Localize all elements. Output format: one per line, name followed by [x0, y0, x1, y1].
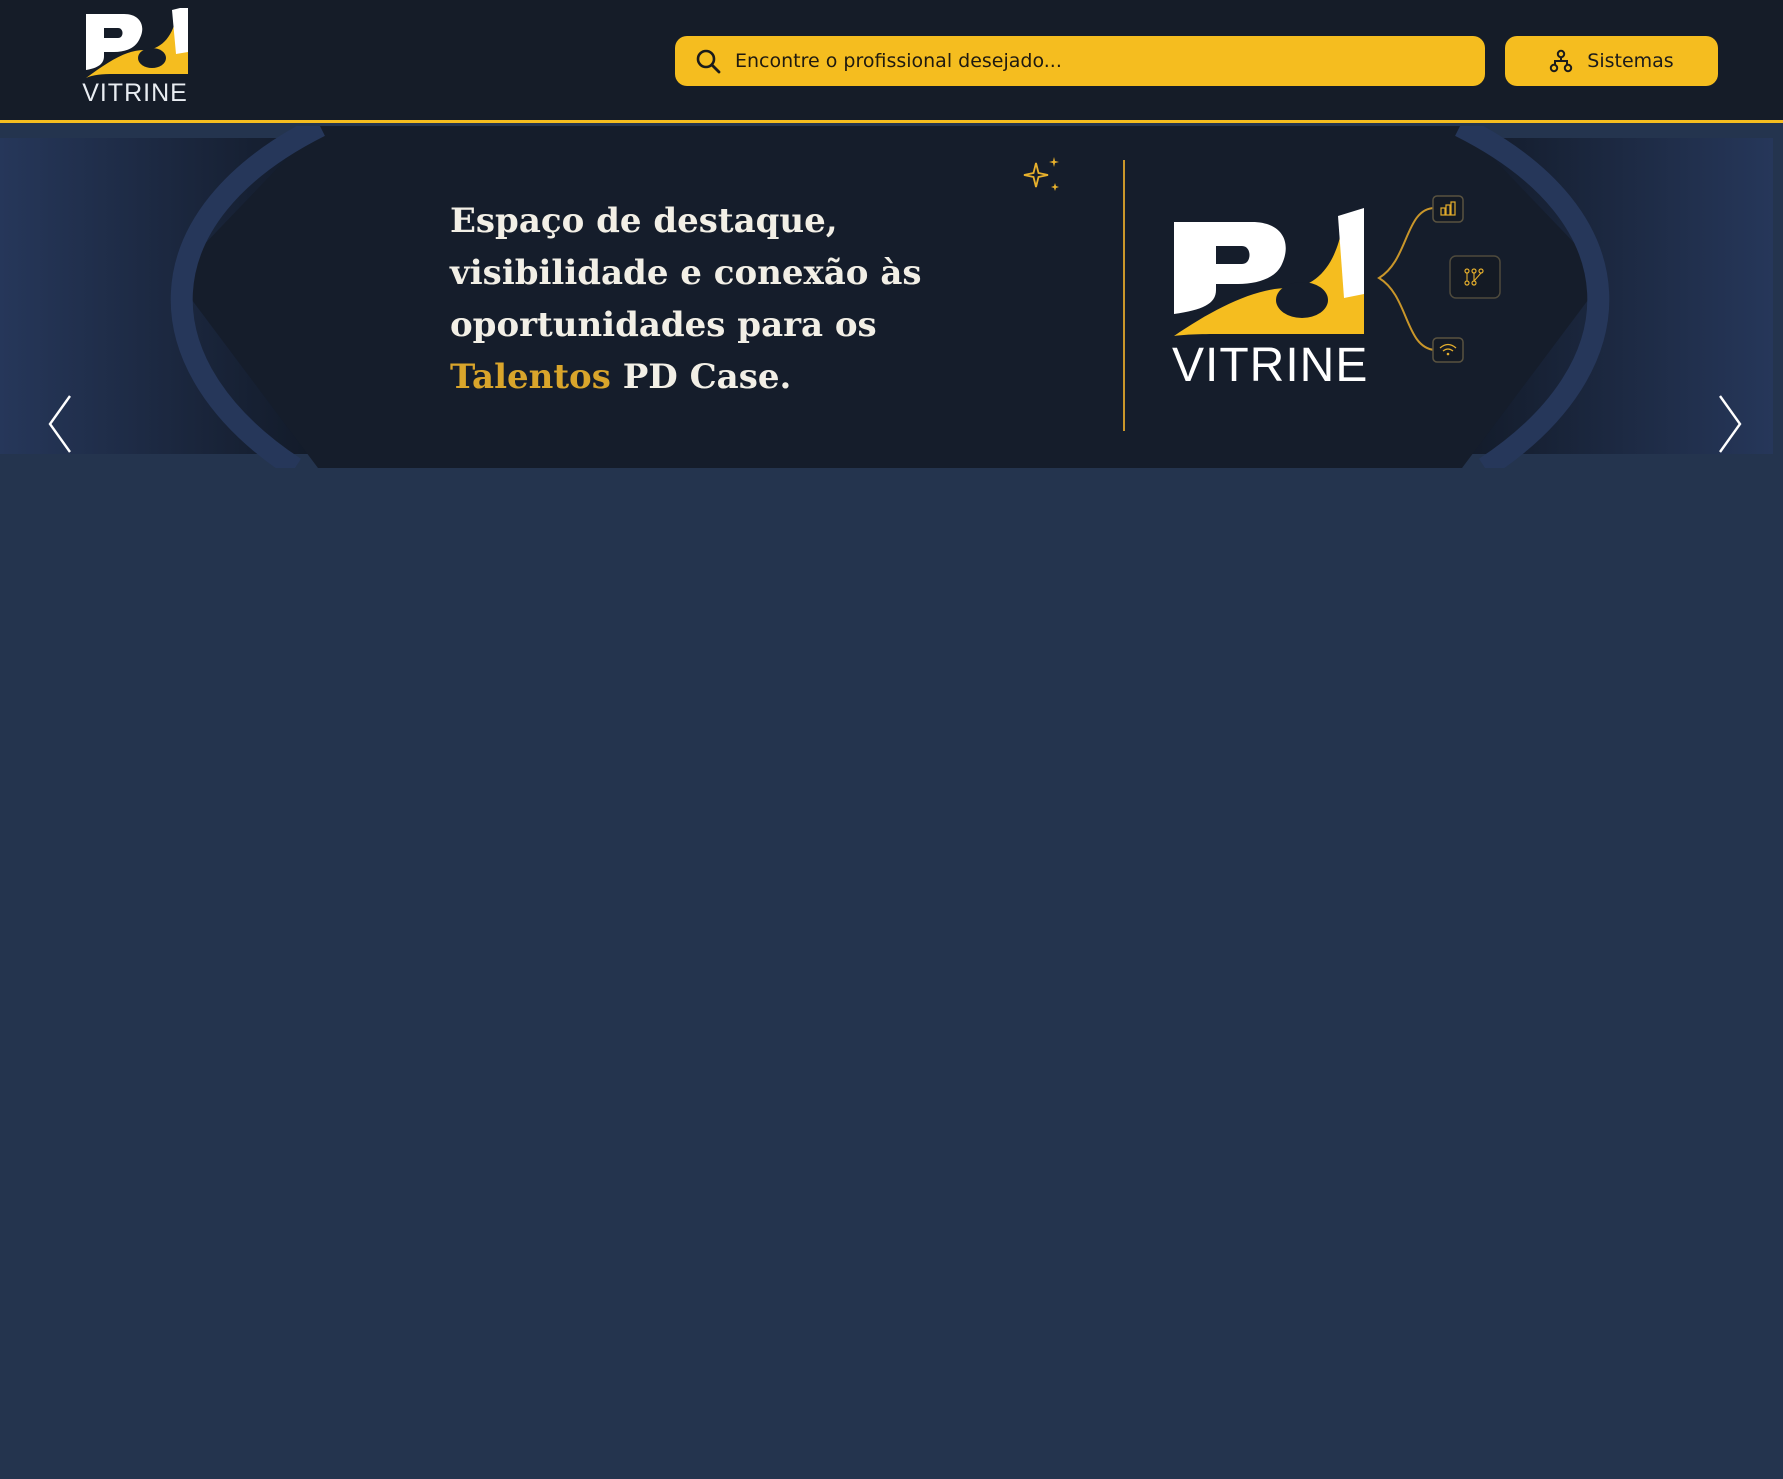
- wifi-icon: [1432, 337, 1464, 363]
- headline-text: Espaço de destaque, visibilidade e conex…: [450, 201, 922, 345]
- headline-accent: Talentos: [450, 357, 611, 397]
- systems-button-label: Sistemas: [1587, 50, 1674, 72]
- banner-logo-wordmark: VITRINE: [1172, 339, 1369, 392]
- banner-divider: [1123, 160, 1125, 431]
- logo-wordmark: VITRINE: [82, 79, 188, 107]
- bar-chart-icon: [1432, 195, 1464, 223]
- search-input[interactable]: [735, 50, 1435, 72]
- search-bar[interactable]: [675, 36, 1485, 86]
- headline-end: PD Case.: [622, 357, 792, 397]
- graph-nodes-icon: [1449, 255, 1501, 299]
- banner-headline: Espaço de destaque, visibilidade e conex…: [450, 195, 1010, 403]
- pd-vitrine-logo[interactable]: VITRINE: [80, 8, 192, 112]
- banner-pd-vitrine-logo: VITRINE: [1172, 206, 1368, 396]
- banner-pd-mark: [1174, 208, 1364, 336]
- top-header: VITRINE Sistemas: [0, 0, 1783, 123]
- chevron-right-icon[interactable]: [1712, 392, 1748, 456]
- pd-logo-mark: [86, 8, 188, 78]
- systems-button[interactable]: Sistemas: [1505, 36, 1718, 86]
- search-icon: [696, 49, 721, 74]
- sitemap-icon: [1550, 49, 1573, 73]
- chevron-left-icon[interactable]: [42, 392, 78, 456]
- feature-branch-diagram: [1377, 195, 1501, 363]
- sparkle-icon: [1023, 157, 1059, 191]
